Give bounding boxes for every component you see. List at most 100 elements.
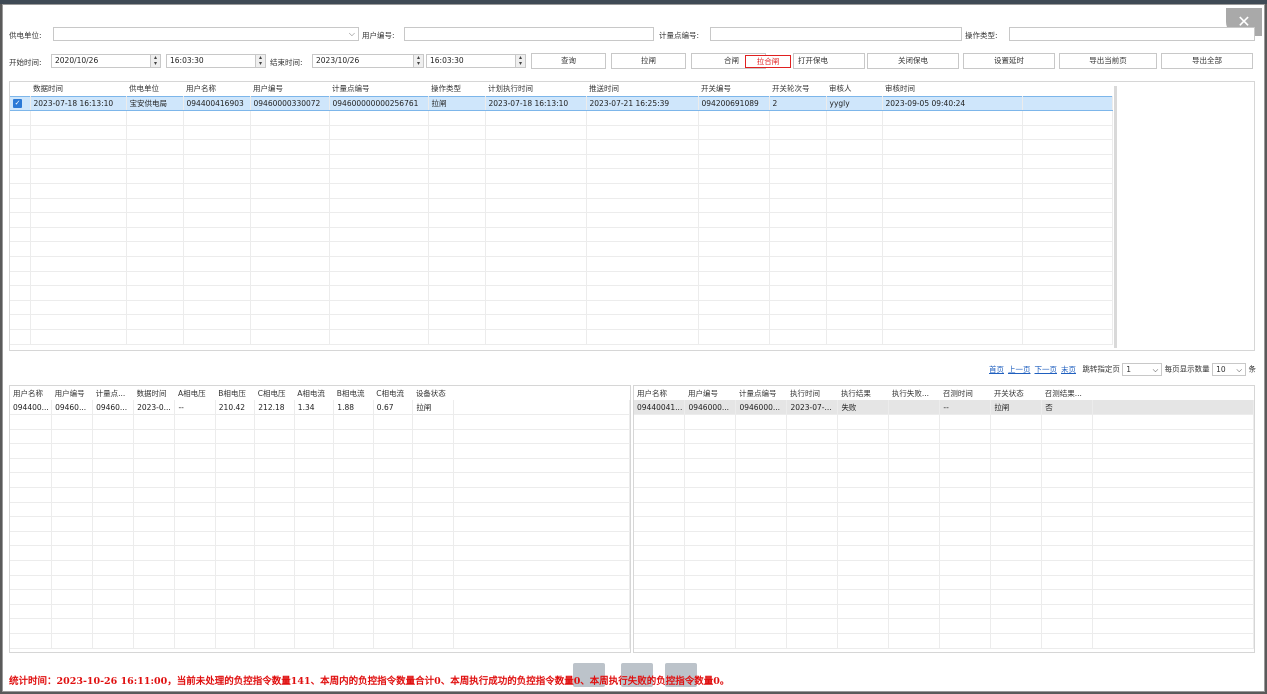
column-header[interactable]: 计量点编号	[329, 82, 428, 96]
open-protect-button[interactable]: 打开保电	[793, 53, 865, 69]
prev-page-link[interactable]: 上一页	[1008, 365, 1031, 374]
table-row[interactable]	[634, 487, 1254, 503]
column-header[interactable]: 开关状态	[991, 386, 1042, 400]
column-header[interactable]: 数据时间	[134, 386, 175, 400]
pull-close-button[interactable]: 拉合闸	[745, 55, 791, 68]
end-time-input[interactable]: 16:03:30 ▴ ▾	[426, 54, 526, 68]
row-select-cell[interactable]	[10, 110, 31, 126]
row-select-cell[interactable]	[10, 271, 31, 287]
table-row[interactable]	[10, 429, 630, 445]
table-row[interactable]	[10, 183, 1113, 199]
row-select-cell[interactable]	[10, 183, 31, 199]
column-header[interactable]: 用户编号	[685, 386, 736, 400]
op-type-select[interactable]	[1009, 27, 1255, 41]
table-row[interactable]	[10, 329, 1113, 345]
column-header[interactable]: 推送时间	[586, 82, 698, 96]
row-select-cell[interactable]	[10, 256, 31, 272]
table-row[interactable]: 09440041... 0946000... 0946000... 2023-07-.…	[634, 400, 1254, 416]
table-row[interactable]	[10, 560, 630, 576]
table-row[interactable]	[634, 531, 1254, 547]
column-header[interactable]: 计量点编号	[736, 386, 787, 400]
column-header[interactable]: 用户名称	[10, 386, 52, 400]
table-row[interactable]: 094400... 09460... 09460... 2023-0... -- 210.…	[10, 400, 630, 416]
column-header[interactable]: 用户名称	[634, 386, 685, 400]
table-row[interactable]	[634, 618, 1254, 634]
table-row[interactable]	[634, 589, 1254, 605]
supply-unit-select[interactable]: ⌵	[53, 27, 359, 41]
column-header[interactable]: C相电流	[373, 386, 413, 400]
table-row[interactable]	[10, 545, 630, 562]
column-header[interactable]: 执行失败...	[889, 386, 940, 400]
table-row[interactable]	[10, 314, 1113, 330]
table-row[interactable]	[10, 516, 630, 532]
table-row[interactable]	[10, 633, 630, 649]
export-page-button[interactable]: 导出当前页	[1059, 53, 1157, 69]
table-row[interactable]	[10, 256, 1113, 272]
table-row[interactable]	[634, 429, 1254, 445]
column-header[interactable]: 执行时间	[787, 386, 838, 400]
row-select-cell[interactable]	[10, 139, 31, 155]
end-date-input[interactable]: 2023/10/26 ▴ ▾	[312, 54, 424, 68]
table-row[interactable]	[634, 458, 1254, 474]
column-header[interactable]: B相电流	[334, 386, 374, 400]
table-row[interactable]	[10, 212, 1113, 228]
row-select-cell[interactable]	[10, 329, 31, 345]
row-select-cell[interactable]	[10, 198, 31, 214]
close-protect-button[interactable]: 关闭保电	[867, 53, 959, 69]
table-row[interactable]	[634, 633, 1254, 649]
meter-point-input[interactable]	[710, 27, 962, 41]
table-row[interactable]	[10, 458, 630, 474]
next-page-link[interactable]: 下一页	[1035, 365, 1058, 374]
column-header[interactable]: A相电流	[294, 386, 334, 400]
row-select-cell[interactable]	[10, 154, 31, 170]
row-select-cell[interactable]	[10, 285, 31, 301]
table-row[interactable]	[10, 472, 630, 489]
row-select-cell[interactable]	[10, 125, 31, 141]
table-row[interactable]	[634, 443, 1254, 459]
column-header[interactable]: 召测时间	[940, 386, 991, 400]
end-date-spinner[interactable]: ▴ ▾	[413, 55, 423, 67]
row-select-cell[interactable]	[10, 300, 31, 316]
table-row[interactable]	[10, 168, 1113, 185]
table-row[interactable]	[10, 285, 1113, 301]
table-row[interactable]	[10, 139, 1113, 155]
last-page-link[interactable]: 末页	[1061, 365, 1076, 374]
column-header[interactable]: 用户名称	[183, 82, 250, 96]
column-header[interactable]: 用户编号	[250, 82, 329, 96]
row-select-cell[interactable]	[10, 212, 31, 228]
column-header[interactable]: 开关编号	[698, 82, 769, 96]
start-time-spinner[interactable]: ▴ ▾	[255, 55, 265, 67]
export-all-button[interactable]: 导出全部	[1161, 53, 1253, 69]
page-number-select[interactable]: 1 ⌵	[1122, 363, 1163, 376]
table-row[interactable]	[10, 604, 630, 620]
set-delay-button[interactable]: 设置延时	[963, 53, 1055, 69]
table-row[interactable]	[10, 443, 630, 459]
user-no-input[interactable]	[404, 27, 654, 41]
table-row[interactable]	[10, 502, 630, 518]
end-time-spinner[interactable]: ▴ ▾	[515, 55, 525, 67]
start-time-input[interactable]: 16:03:30 ▴ ▾	[166, 54, 266, 68]
table-row[interactable]	[634, 472, 1254, 489]
row-select-cell[interactable]	[10, 241, 31, 258]
table-row[interactable]	[10, 531, 630, 547]
column-header[interactable]: 计量点...	[93, 386, 134, 400]
table-row[interactable]	[10, 227, 1113, 243]
first-page-link[interactable]: 首页	[989, 365, 1004, 374]
column-header[interactable]: 数据时间	[30, 82, 126, 96]
table-row[interactable]	[10, 300, 1113, 316]
start-date-spinner[interactable]: ▴ ▾	[150, 55, 160, 67]
table-row[interactable]	[10, 618, 630, 634]
table-row[interactable]	[10, 271, 1113, 287]
pull-switch-button[interactable]: 拉闸	[611, 53, 686, 69]
query-button[interactable]: 查询	[531, 53, 606, 69]
row-select-cell[interactable]	[10, 168, 31, 185]
table-row[interactable]	[10, 241, 1113, 258]
start-date-input[interactable]: 2020/10/26 ▴ ▾	[51, 54, 161, 68]
table-row[interactable]	[10, 589, 630, 605]
table-row[interactable]	[10, 125, 1113, 141]
table-row[interactable]	[10, 414, 630, 430]
column-header[interactable]: 审核时间	[882, 82, 1022, 96]
column-header[interactable]: 审核人	[826, 82, 882, 96]
page-size-select[interactable]: 10 ⌵	[1212, 363, 1247, 376]
table-row[interactable]	[10, 575, 630, 591]
